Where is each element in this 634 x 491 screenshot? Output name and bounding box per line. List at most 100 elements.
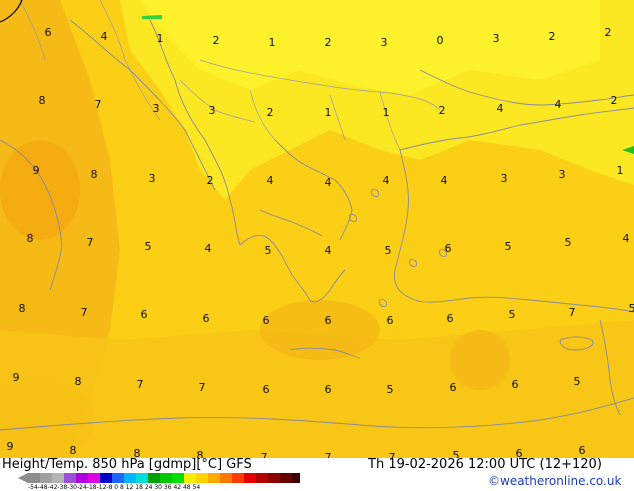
temperature-label: 6 bbox=[325, 314, 332, 327]
temperature-label: 7 bbox=[261, 451, 268, 458]
footer: Height/Temp. 850 hPa [gdmp][°C] GFS Th 1… bbox=[0, 458, 634, 490]
temperature-label: 2 bbox=[439, 104, 446, 117]
temperature-label: 6 bbox=[263, 383, 270, 396]
temperature-label: 3 bbox=[559, 168, 566, 181]
temperature-label: 6 bbox=[579, 444, 586, 457]
temperature-label: 4 bbox=[101, 30, 108, 43]
temperature-label: 7 bbox=[87, 236, 94, 249]
temperature-label: 5 bbox=[265, 244, 272, 257]
temperature-label: 8 bbox=[27, 232, 34, 245]
temperature-label: 6 bbox=[203, 312, 210, 325]
temperature-label: 2 bbox=[267, 106, 274, 119]
temperature-label: 8 bbox=[39, 94, 46, 107]
temperature-label: 2 bbox=[213, 34, 220, 47]
temperature-label: 2 bbox=[605, 26, 612, 39]
temperature-map: 6 4 1 2 1 2 3 0 3 2 2 8 7 3 3 2 1 1 2 4 4 2 9 8 3 2 4 4 4 4 3 3 1 8 7 5 4 5 4 5… bbox=[0, 0, 634, 458]
scale-swatch bbox=[268, 473, 280, 483]
scale-swatch bbox=[172, 473, 184, 483]
scale-swatch bbox=[148, 473, 160, 483]
temperature-label: 3 bbox=[501, 172, 508, 185]
temperature-label: 7 bbox=[137, 378, 144, 391]
temperature-label: 4 bbox=[441, 174, 448, 187]
credit-link[interactable]: ©weatheronline.co.uk bbox=[488, 474, 621, 488]
scale-swatch bbox=[100, 473, 112, 483]
scale-swatch bbox=[28, 473, 40, 483]
temperature-label: 8 bbox=[91, 168, 98, 181]
temperature-label: 5 bbox=[574, 375, 581, 388]
temperature-label: 6 bbox=[45, 26, 52, 39]
color-scale-bar bbox=[0, 472, 300, 484]
temperature-label: 4 bbox=[623, 232, 630, 245]
scale-swatch bbox=[196, 473, 208, 483]
temperature-label: 5 bbox=[387, 383, 394, 396]
temperature-label: 4 bbox=[325, 244, 332, 257]
temperature-label: 7 bbox=[199, 381, 206, 394]
temperature-label: 8 bbox=[70, 444, 77, 457]
temperature-label: 3 bbox=[153, 102, 160, 115]
scale-swatch bbox=[124, 473, 136, 483]
temperature-label: 6 bbox=[447, 312, 454, 325]
temperature-label: 5 bbox=[509, 308, 516, 321]
scale-swatch bbox=[112, 473, 124, 483]
temperature-label: 4 bbox=[555, 98, 562, 111]
temperature-label: 4 bbox=[383, 174, 390, 187]
map-title: Height/Temp. 850 hPa [gdmp][°C] GFS bbox=[2, 458, 252, 472]
temperature-label: 1 bbox=[269, 36, 276, 49]
temperature-label: 9 bbox=[13, 371, 20, 384]
temperature-label: 3 bbox=[209, 104, 216, 117]
scale-swatch bbox=[220, 473, 232, 483]
temperature-label: 8 bbox=[75, 375, 82, 388]
temperature-label: 3 bbox=[149, 172, 156, 185]
temperature-label: 0 bbox=[437, 34, 444, 47]
scale-swatch bbox=[76, 473, 88, 483]
temperature-label: 4 bbox=[205, 242, 212, 255]
temperature-label: 3 bbox=[381, 36, 388, 49]
temperature-label: 1 bbox=[325, 106, 332, 119]
temperature-label: 9 bbox=[7, 440, 14, 453]
temperature-label: 7 bbox=[325, 451, 332, 458]
scale-swatch bbox=[64, 473, 76, 483]
temperature-label: 7 bbox=[81, 306, 88, 319]
scale-swatch bbox=[292, 473, 300, 483]
map-datetime: Th 19-02-2026 12:00 UTC (12+120) bbox=[368, 458, 602, 472]
temperature-label: 4 bbox=[325, 176, 332, 189]
scale-swatch bbox=[256, 473, 268, 483]
temperature-label: 4 bbox=[497, 102, 504, 115]
scale-swatch bbox=[40, 473, 52, 483]
scale-swatch bbox=[244, 473, 256, 483]
temperature-label: 2 bbox=[207, 174, 214, 187]
temperature-label: 5 bbox=[565, 236, 572, 249]
temperature-label: 5 bbox=[145, 240, 152, 253]
warm-spot-levant bbox=[450, 330, 510, 390]
temperature-label: 6 bbox=[263, 314, 270, 327]
scale-swatch bbox=[184, 473, 196, 483]
scale-arrow-left bbox=[18, 473, 28, 483]
scale-swatch bbox=[136, 473, 148, 483]
temperature-label: 6 bbox=[450, 381, 457, 394]
temperature-label: 6 bbox=[387, 314, 394, 327]
temperature-label: 1 bbox=[157, 32, 164, 45]
temperature-label: 1 bbox=[383, 106, 390, 119]
temperature-label: 2 bbox=[611, 94, 618, 107]
temperature-label: 5 bbox=[505, 240, 512, 253]
temperature-label: 6 bbox=[325, 383, 332, 396]
temperature-label: 7 bbox=[95, 98, 102, 111]
temperature-label: 7 bbox=[569, 306, 576, 319]
scale-swatch bbox=[280, 473, 292, 483]
scale-swatch bbox=[160, 473, 172, 483]
temperature-label: 4 bbox=[267, 174, 274, 187]
scale-swatch bbox=[208, 473, 220, 483]
warm-spot-crete bbox=[260, 300, 380, 360]
scale-swatch bbox=[52, 473, 64, 483]
temperature-label: 6 bbox=[445, 242, 452, 255]
temperature-label: 5 bbox=[385, 244, 392, 257]
temperature-label: 3 bbox=[493, 32, 500, 45]
temperature-label: 9 bbox=[33, 164, 40, 177]
temperature-label: 6 bbox=[141, 308, 148, 321]
scale-swatch bbox=[232, 473, 244, 483]
warm-spot-italy bbox=[0, 140, 80, 240]
temperature-label: 5 bbox=[629, 302, 634, 315]
temperature-label: 2 bbox=[549, 30, 556, 43]
temperature-label: 2 bbox=[325, 36, 332, 49]
temperature-label: 1 bbox=[617, 164, 624, 177]
